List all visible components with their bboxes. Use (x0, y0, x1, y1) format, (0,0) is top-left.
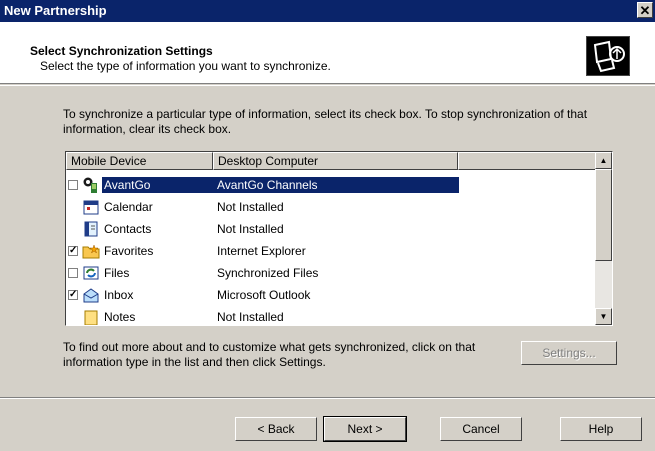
list-item-label: AvantGo (102, 177, 217, 193)
inbox-checkbox[interactable]: ✓ (68, 290, 78, 300)
title-bar[interactable]: New Partnership ✕ (0, 0, 655, 22)
sync-types-list[interactable]: Mobile Device Desktop Computer AvantGo A… (65, 151, 613, 326)
column-header-desktop-computer[interactable]: Desktop Computer (213, 152, 458, 170)
inbox-icon (82, 286, 100, 304)
contacts-icon (82, 220, 100, 238)
header-title: Select Synchronization Settings (30, 44, 213, 58)
list-item-favorites[interactable]: ✓ Favorites Internet Explorer (66, 240, 596, 262)
list-item-label: Favorites (104, 244, 154, 258)
sync-wizard-icon (586, 36, 630, 76)
avantgo-checkbox[interactable] (68, 180, 78, 190)
list-item-label: Calendar (104, 200, 153, 214)
list-item-label: Files (104, 266, 130, 280)
list-item-value: Not Installed (217, 222, 284, 236)
column-header-empty (458, 152, 596, 170)
list-item-contacts[interactable]: Contacts Not Installed (66, 218, 596, 240)
settings-button[interactable]: Settings... (521, 341, 617, 365)
list-item-notes[interactable]: Notes Not Installed (66, 306, 596, 325)
list-item-label: Notes (104, 310, 136, 324)
list-item-calendar[interactable]: Calendar Not Installed (66, 196, 596, 218)
list-item-value: Not Installed (217, 200, 284, 214)
list-item-value: Internet Explorer (217, 244, 306, 258)
list-item-avantgo[interactable]: AvantGo AvantGo Channels (66, 174, 596, 196)
list-item-label: Inbox (104, 288, 134, 302)
header-divider (0, 85, 655, 86)
list-item-value: Synchronized Files (217, 266, 319, 280)
scroll-down-button[interactable]: ▼ (595, 308, 612, 325)
scroll-down-arrow-icon: ▼ (599, 312, 608, 321)
close-button[interactable]: ✕ (637, 2, 653, 18)
list-item-value: AvantGo Channels (214, 177, 459, 193)
next-button[interactable]: Next > (323, 416, 407, 442)
footer-divider-light (0, 398, 655, 399)
header-subtitle: Select the type of information you want … (40, 59, 331, 73)
wizard-header: Select Synchronization Settings Select t… (0, 22, 655, 84)
list-item-value: Microsoft Outlook (217, 288, 311, 302)
list-item-inbox[interactable]: ✓ Inbox Microsoft Outlook (66, 284, 596, 306)
list-item-label: Contacts (104, 222, 152, 236)
scrollbar-thumb[interactable] (595, 169, 612, 261)
window-title: New Partnership (4, 3, 107, 18)
files-sync-icon (82, 264, 100, 282)
files-checkbox[interactable] (68, 268, 78, 278)
column-header-mobile-device[interactable]: Mobile Device (66, 152, 213, 170)
list-vertical-scrollbar[interactable]: ▲ ▼ (595, 152, 612, 325)
favorites-folder-icon (82, 242, 100, 260)
back-button[interactable]: < Back (235, 417, 317, 441)
scroll-up-arrow-icon: ▲ (599, 156, 608, 165)
close-icon: ✕ (639, 3, 651, 18)
avantgo-icon (82, 176, 100, 194)
favorites-checkbox[interactable]: ✓ (68, 246, 78, 256)
scroll-up-button[interactable]: ▲ (595, 152, 612, 169)
list-item-files[interactable]: Files Synchronized Files (66, 262, 596, 284)
list-item-value: Not Installed (217, 310, 284, 324)
info-text: To find out more about and to customize … (63, 340, 476, 369)
help-button[interactable]: Help (560, 417, 642, 441)
cancel-button[interactable]: Cancel (440, 417, 522, 441)
notes-icon (82, 308, 100, 325)
calendar-icon (82, 198, 100, 216)
intro-text: To synchronize a particular type of info… (63, 107, 588, 136)
